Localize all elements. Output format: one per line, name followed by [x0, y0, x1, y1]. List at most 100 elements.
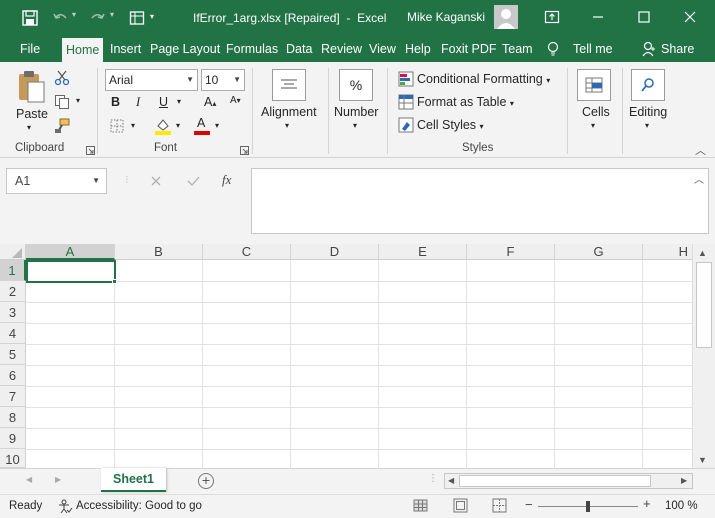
row-header-3[interactable]: 3: [0, 302, 26, 323]
paste-icon[interactable]: [16, 70, 46, 109]
collapse-ribbon-icon[interactable]: ︿: [695, 142, 706, 158]
tab-review[interactable]: Review: [317, 36, 366, 62]
row-header-9[interactable]: 9: [0, 428, 26, 449]
undo-icon[interactable]: [50, 8, 70, 28]
tab-split-handle[interactable]: ⋮: [428, 473, 438, 484]
conditional-formatting-button[interactable]: Conditional Formatting ▾: [417, 72, 550, 86]
lightbulb-icon[interactable]: [546, 41, 560, 60]
column-header-h[interactable]: H: [643, 244, 692, 260]
cells-icon[interactable]: [577, 69, 611, 101]
fill-handle[interactable]: [112, 279, 117, 284]
horizontal-scrollbar[interactable]: ◀ ▶: [444, 473, 693, 489]
scroll-up-icon[interactable]: ▲: [698, 248, 707, 258]
tab-team[interactable]: Team: [498, 36, 537, 62]
horizontal-scroll-thumb[interactable]: [459, 475, 651, 487]
tell-me-box[interactable]: Tell me: [569, 36, 617, 62]
column-header-e[interactable]: E: [379, 244, 467, 260]
column-header-b[interactable]: B: [115, 244, 203, 260]
tab-home[interactable]: Home: [62, 38, 104, 62]
normal-view-icon[interactable]: [413, 498, 428, 513]
redo-icon[interactable]: [88, 8, 108, 28]
tab-formulas[interactable]: Formulas: [222, 36, 282, 62]
scroll-thumb[interactable]: [696, 262, 712, 348]
column-header-c[interactable]: C: [203, 244, 291, 260]
name-box[interactable]: A1 ▼: [6, 168, 107, 194]
editing-button[interactable]: Editing: [629, 105, 667, 119]
number-button[interactable]: Number: [334, 105, 378, 119]
cells-dropdown-icon[interactable]: ▾: [591, 121, 595, 130]
vertical-scrollbar[interactable]: ▲ ▼: [692, 244, 715, 468]
worksheet-grid[interactable]: A B C D E F G H 1 2 3 4 5 6 7 8 9 10 ▲ ▼: [0, 244, 715, 468]
tab-page-layout[interactable]: Page Layout: [146, 36, 224, 62]
page-break-view-icon[interactable]: [492, 498, 507, 516]
conditional-formatting-icon[interactable]: [398, 71, 414, 90]
active-cell[interactable]: [26, 260, 116, 283]
format-painter-icon[interactable]: [54, 118, 70, 137]
percent-icon[interactable]: %: [339, 69, 373, 101]
copy-dropdown-icon[interactable]: ▾: [76, 96, 80, 105]
tab-foxit-pdf[interactable]: Foxit PDF: [437, 36, 501, 62]
cut-icon[interactable]: [54, 70, 70, 89]
undo-dropdown-icon[interactable]: ▾: [72, 10, 76, 19]
minimize-icon[interactable]: [588, 7, 608, 27]
maximize-icon[interactable]: [634, 7, 654, 27]
row-header-8[interactable]: 8: [0, 407, 26, 428]
cancel-icon[interactable]: [150, 175, 162, 190]
fill-color-dropdown-icon[interactable]: ▾: [176, 121, 180, 130]
tab-help[interactable]: Help: [401, 36, 435, 62]
search-icon[interactable]: [631, 69, 665, 101]
formula-bar-drag-handle[interactable]: ⋮: [123, 175, 131, 184]
zoom-slider-thumb[interactable]: [586, 501, 590, 512]
zoom-level[interactable]: 100 %: [665, 500, 698, 512]
borders-dropdown-icon[interactable]: ▾: [131, 121, 135, 130]
accessibility-icon[interactable]: [58, 499, 73, 517]
column-header-f[interactable]: F: [467, 244, 555, 260]
scroll-right-icon[interactable]: ▶: [681, 476, 687, 485]
format-as-table-icon[interactable]: [398, 94, 414, 113]
ribbon-display-icon[interactable]: [542, 7, 562, 27]
font-color-dropdown-icon[interactable]: ▾: [215, 121, 219, 130]
paste-dropdown-icon[interactable]: ▾: [27, 123, 31, 132]
italic-button[interactable]: I: [136, 95, 140, 110]
cell-styles-button[interactable]: Cell Styles ▾: [417, 118, 484, 132]
row-header-10[interactable]: 10: [0, 449, 26, 468]
avatar[interactable]: [494, 5, 518, 29]
row-header-1[interactable]: 1: [0, 260, 26, 281]
column-header-d[interactable]: D: [291, 244, 379, 260]
zoom-in-button[interactable]: +: [643, 496, 651, 511]
enter-icon[interactable]: [187, 175, 200, 190]
cell-styles-icon[interactable]: [398, 117, 414, 136]
increase-font-button[interactable]: A▴: [204, 95, 216, 109]
borders-icon[interactable]: [110, 119, 124, 136]
scroll-down-icon[interactable]: ▼: [698, 455, 707, 465]
page-layout-view-icon[interactable]: [453, 498, 468, 516]
font-launcher-icon[interactable]: [240, 144, 249, 158]
row-header-5[interactable]: 5: [0, 344, 26, 365]
save-icon[interactable]: [20, 8, 40, 28]
close-icon[interactable]: [680, 7, 700, 27]
font-name-select[interactable]: Arial ▼: [105, 69, 198, 91]
share-button[interactable]: Share: [657, 36, 698, 62]
alignment-button[interactable]: Alignment: [261, 105, 317, 119]
sheet-tab-sheet1[interactable]: Sheet1: [101, 468, 166, 492]
formula-input[interactable]: ︿: [251, 168, 709, 234]
editing-dropdown-icon[interactable]: ▾: [645, 121, 649, 130]
form-icon[interactable]: [127, 8, 147, 28]
user-name[interactable]: Mike Kaganski: [407, 10, 485, 24]
share-icon[interactable]: [642, 41, 656, 60]
decrease-font-button[interactable]: A▾: [230, 95, 241, 106]
tab-insert[interactable]: Insert: [106, 36, 145, 62]
underline-button[interactable]: U: [159, 95, 168, 109]
zoom-out-button[interactable]: −: [525, 497, 533, 512]
tab-view[interactable]: View: [365, 36, 400, 62]
expand-formula-icon[interactable]: ︿: [694, 171, 704, 186]
tab-file[interactable]: File: [16, 36, 44, 62]
cells-button[interactable]: Cells: [582, 105, 610, 119]
row-header-6[interactable]: 6: [0, 365, 26, 386]
scroll-left-icon[interactable]: ◀: [448, 476, 454, 485]
next-sheet-icon[interactable]: ▶: [55, 475, 61, 484]
column-header-a[interactable]: A: [26, 244, 115, 260]
accessibility-status[interactable]: Accessibility: Good to go: [76, 500, 202, 512]
copy-icon[interactable]: [54, 94, 70, 113]
row-header-4[interactable]: 4: [0, 323, 26, 344]
